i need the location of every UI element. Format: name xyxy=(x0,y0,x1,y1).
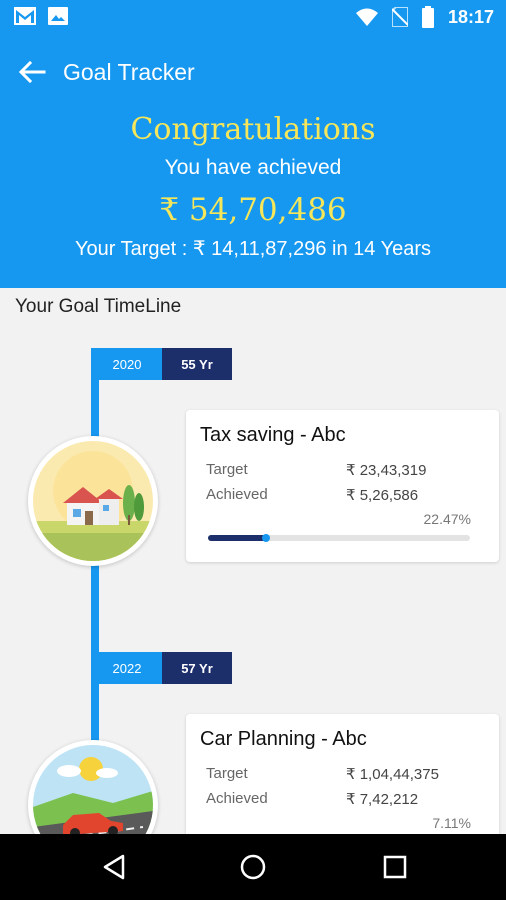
wifi-icon xyxy=(355,8,378,26)
achieved-label: You have achieved xyxy=(164,156,342,179)
target-label: Target xyxy=(206,461,248,478)
progress-bar xyxy=(208,534,470,542)
congrats-heading: Congratulations xyxy=(130,112,376,147)
target-summary: Your Target : ₹ 14,11,87,296 in 14 Years xyxy=(75,238,431,260)
achieved-label: Achieved xyxy=(206,486,268,503)
goal-summary-header: Goal Tracker Congratulations You have ac… xyxy=(0,34,506,288)
achieved-value: ₹ 7,42,212 xyxy=(346,791,419,808)
status-bar: 18:17 xyxy=(0,0,506,34)
goal-year: 2020 xyxy=(92,348,162,380)
gmail-icon xyxy=(14,7,36,25)
home-nav-icon[interactable] xyxy=(238,852,268,882)
progress-percent: 7.11% xyxy=(432,815,471,831)
goal-name: Tax saving - Abc xyxy=(200,424,346,446)
goal-name: Car Planning - Abc xyxy=(200,728,367,750)
goal-card[interactable]: Car Planning - Abc Target ₹ 1,04,44,375 … xyxy=(186,714,499,854)
page-title: Goal Tracker xyxy=(63,59,195,85)
target-value: ₹ 1,04,44,375 xyxy=(346,766,439,783)
timeline-title: Your Goal TimeLine xyxy=(15,296,182,317)
back-arrow-icon[interactable] xyxy=(18,60,46,84)
year-tag: 2020 55 Yr xyxy=(92,348,232,380)
progress-percent: 22.47% xyxy=(423,511,471,527)
system-nav-bar xyxy=(0,834,506,900)
achieved-amount: ₹ 54,70,486 xyxy=(159,192,347,228)
achieved-label: Achieved xyxy=(206,790,268,807)
goal-card[interactable]: Tax saving - Abc Target ₹ 23,43,319 Achi… xyxy=(186,410,499,562)
target-value: ₹ 23,43,319 xyxy=(346,462,427,479)
no-sim-icon xyxy=(391,7,408,27)
house-icon xyxy=(33,441,153,561)
goal-year: 2022 xyxy=(92,652,162,684)
goal-age: 57 Yr xyxy=(162,652,232,684)
back-nav-icon[interactable] xyxy=(99,852,129,882)
status-time: 18:17 xyxy=(447,6,494,27)
target-label: Target xyxy=(206,765,248,782)
goal-age: 55 Yr xyxy=(162,348,232,380)
year-tag: 2022 57 Yr xyxy=(92,652,232,684)
goal-image[interactable] xyxy=(28,436,158,566)
recents-nav-icon[interactable] xyxy=(380,852,410,882)
battery-icon xyxy=(421,6,434,28)
image-icon xyxy=(48,7,68,25)
progress-fill xyxy=(208,534,270,542)
achieved-value: ₹ 5,26,586 xyxy=(346,487,419,504)
